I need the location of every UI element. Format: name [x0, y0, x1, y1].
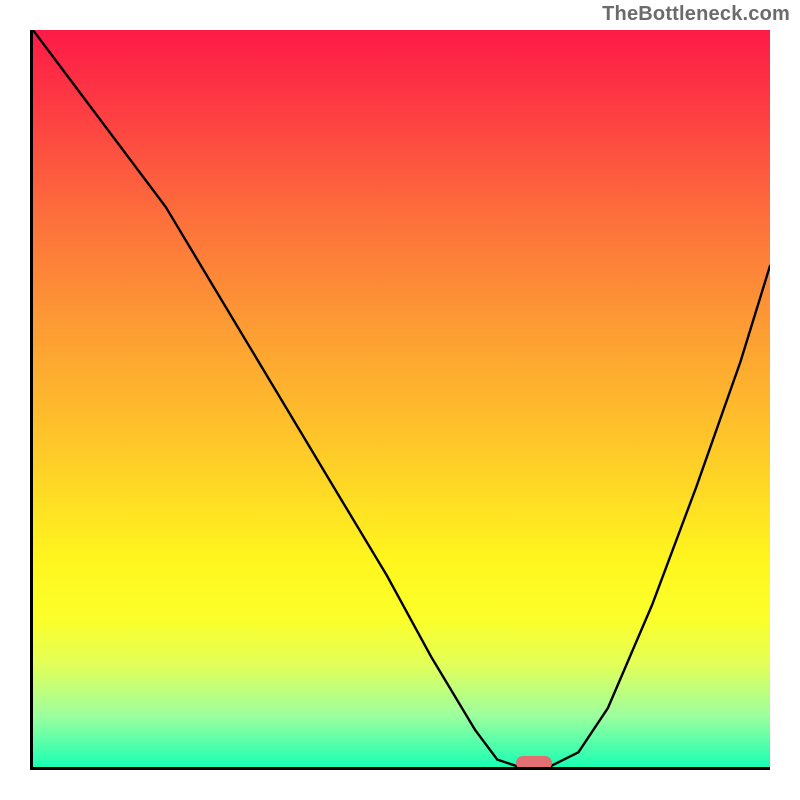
axes — [30, 30, 770, 770]
chart-container: TheBottleneck.com — [0, 0, 800, 800]
watermark-text: TheBottleneck.com — [602, 3, 790, 26]
